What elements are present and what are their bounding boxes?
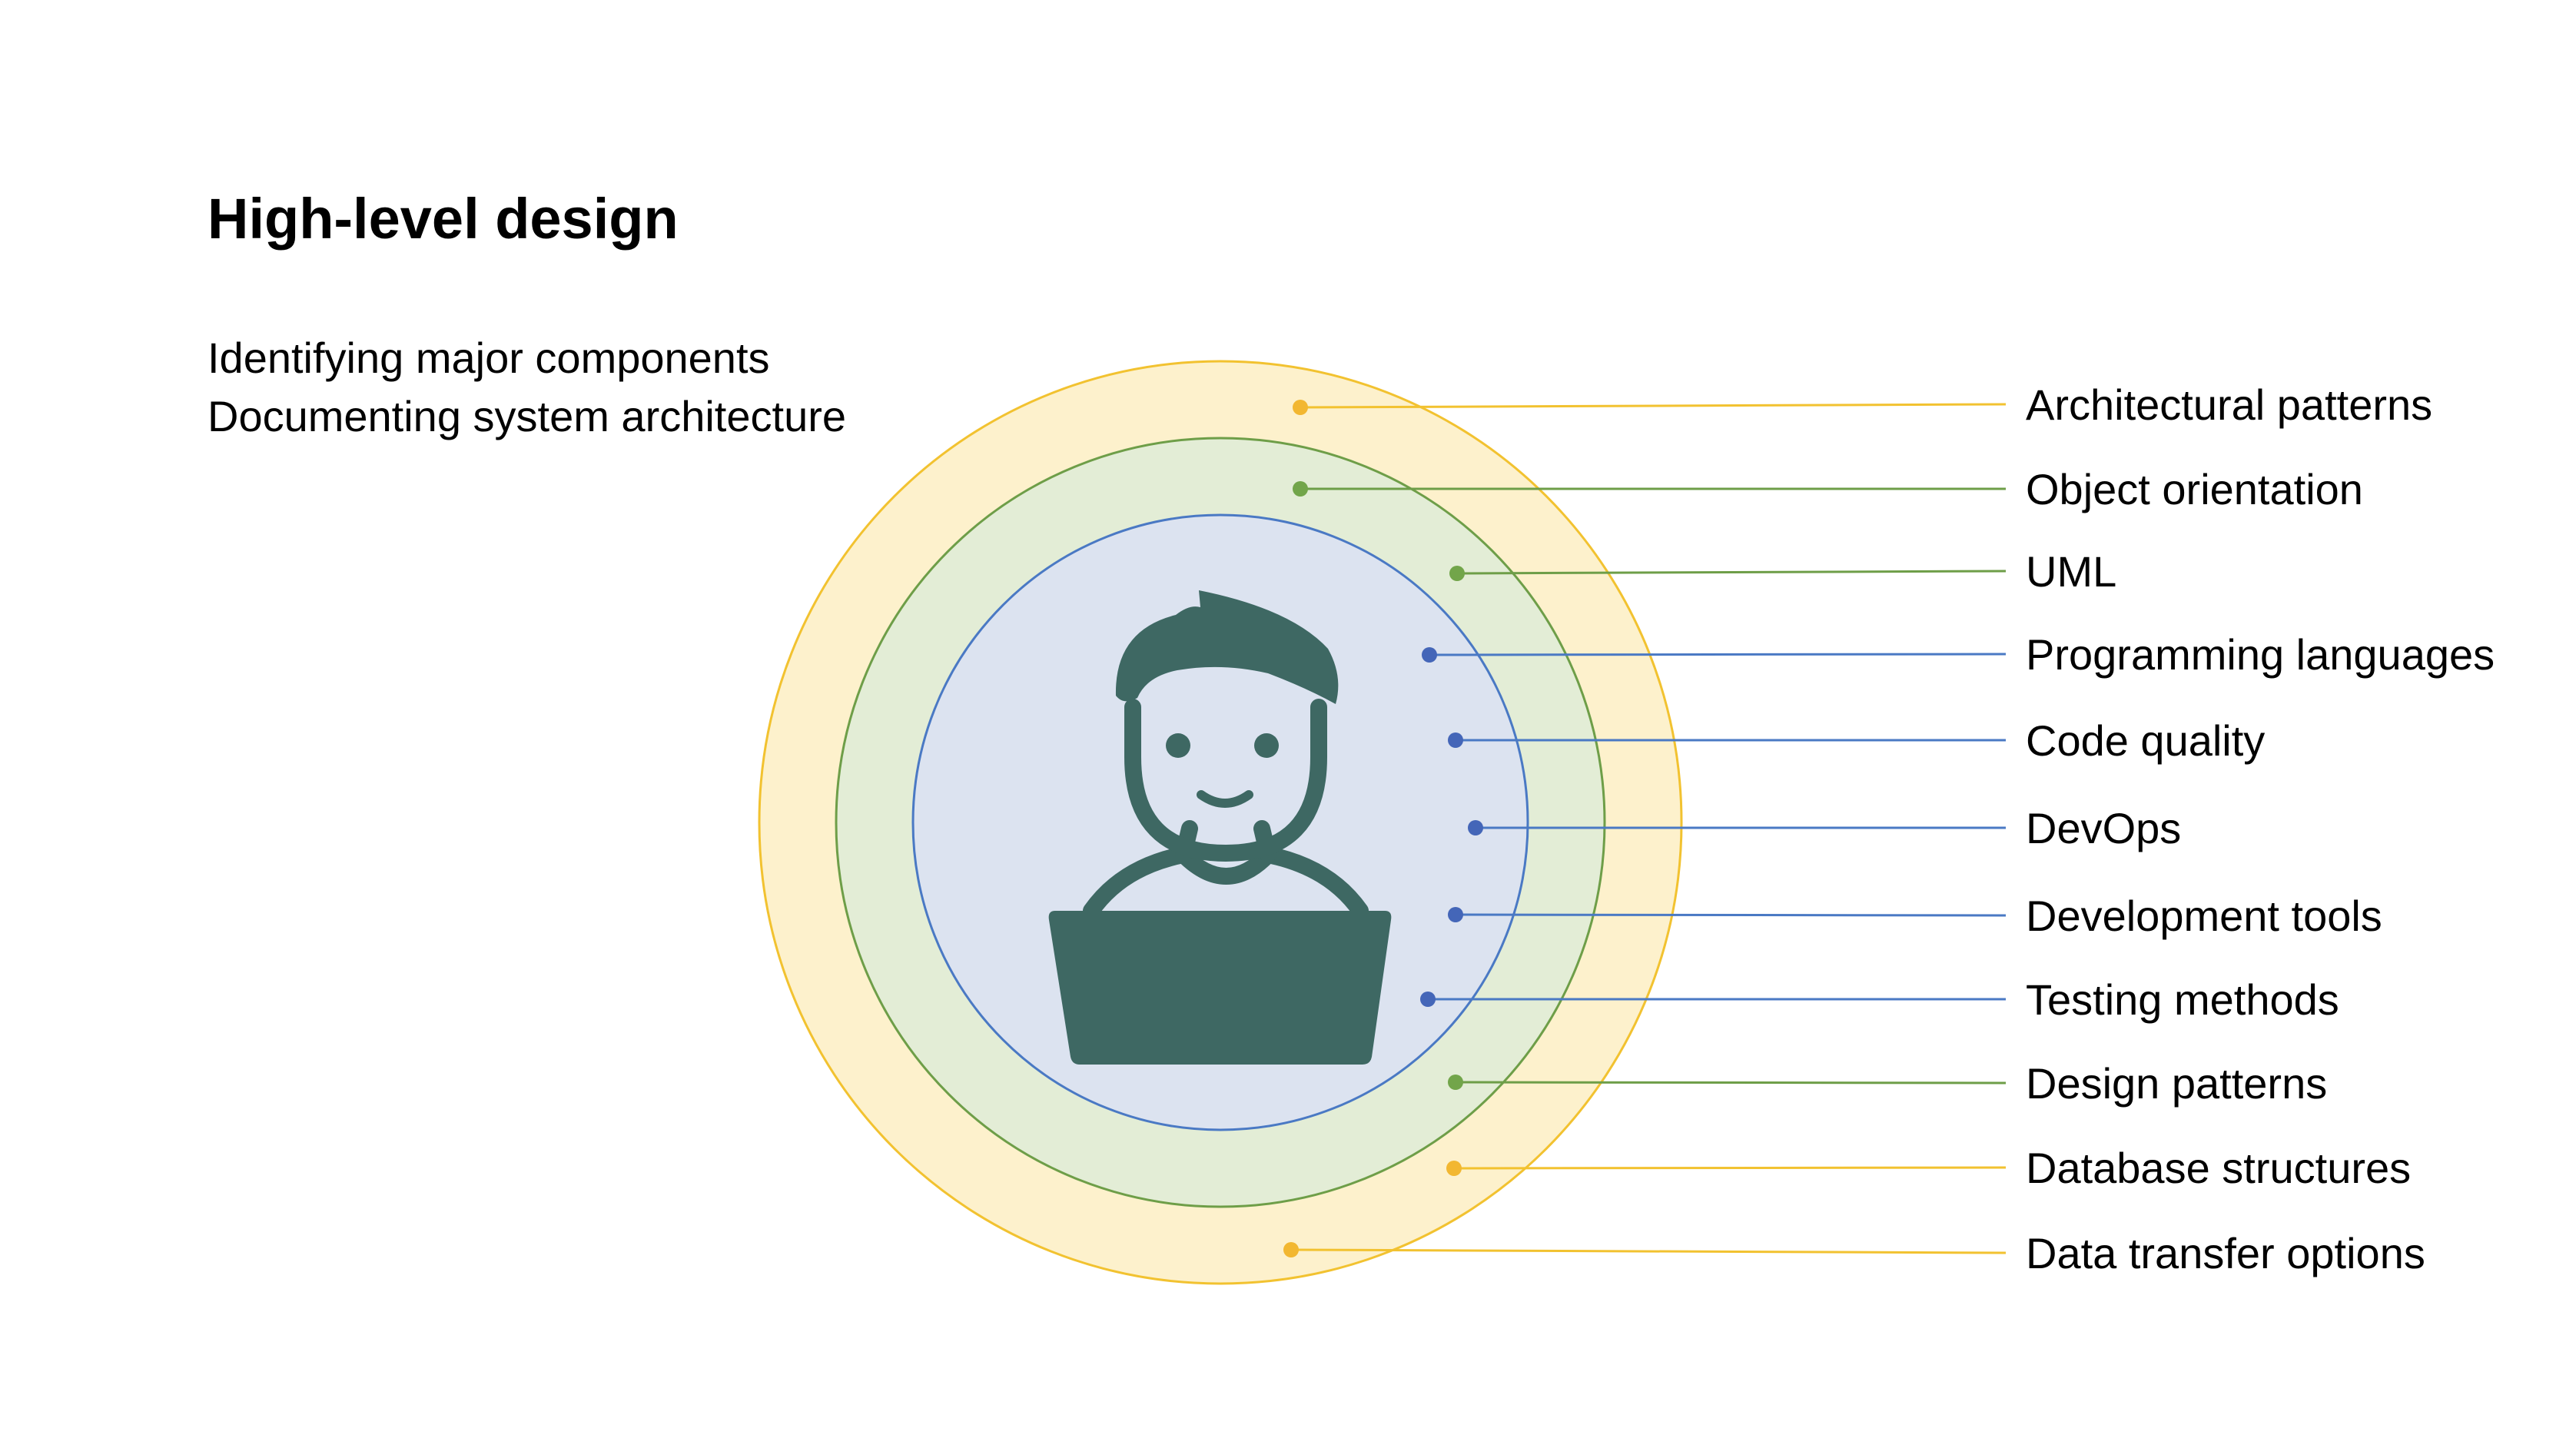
marker-dot-development-tools (1448, 907, 1463, 922)
topic-label-devops: DevOps (2026, 804, 2181, 852)
concentric-skills-diagram: Architectural patterns Object orientation… (758, 360, 2495, 1285)
topic-label-code-quality: Code quality (2026, 716, 2265, 765)
marker-dot-code-quality (1448, 732, 1463, 748)
topic-label-architectural-patterns: Architectural patterns (2026, 380, 2432, 429)
topic-label-programming-languages: Programming languages (2026, 630, 2495, 679)
leader-line-data-transfer-options (1290, 1248, 2007, 1254)
marker-dot-database-structures (1446, 1161, 1462, 1176)
marker-dot-design-patterns (1448, 1075, 1463, 1090)
marker-dot-uml (1449, 566, 1465, 581)
topic-label-uml: UML (2026, 547, 2116, 596)
marker-dot-testing-methods (1420, 992, 1436, 1007)
topic-label-development-tools: Development tools (2026, 892, 2382, 940)
topic-label-data-transfer-options: Data transfer options (2026, 1229, 2425, 1277)
topic-label-design-patterns: Design patterns (2026, 1059, 2327, 1108)
leader-line-programming-languages (1429, 653, 2007, 656)
topic-label-testing-methods: Testing methods (2026, 975, 2339, 1024)
marker-dot-programming-languages (1422, 647, 1437, 663)
leader-line-design-patterns (1455, 1081, 2007, 1085)
marker-dot-architectural-patterns (1293, 400, 1308, 415)
marker-dot-object-orientation (1293, 481, 1308, 497)
marker-dot-devops (1468, 820, 1483, 835)
marker-dot-data-transfer-options (1283, 1242, 1299, 1257)
topic-label-object-orientation: Object orientation (2026, 465, 2363, 513)
topic-label-database-structures: Database structures (2026, 1144, 2411, 1192)
